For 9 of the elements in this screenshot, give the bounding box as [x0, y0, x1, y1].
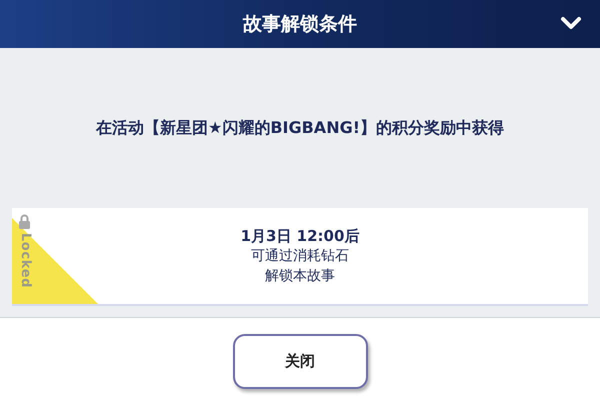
unlock-condition: 在活动【新星团★闪耀的BIGBANG!】的积分奖励中获得 [96, 117, 504, 139]
locked-label: Locked [19, 232, 32, 288]
close-button[interactable]: 关闭 [232, 334, 368, 389]
lock-icon [18, 214, 31, 229]
chevron-down-icon[interactable] [560, 15, 582, 31]
unlock-note-line: 可通过消耗钻石 [251, 247, 349, 266]
dialog-title: 故事解锁条件 [243, 12, 357, 37]
unlock-note-line: 1月3日 12:00后 [240, 226, 360, 246]
unlock-note-line: 解锁本故事 [265, 267, 335, 286]
